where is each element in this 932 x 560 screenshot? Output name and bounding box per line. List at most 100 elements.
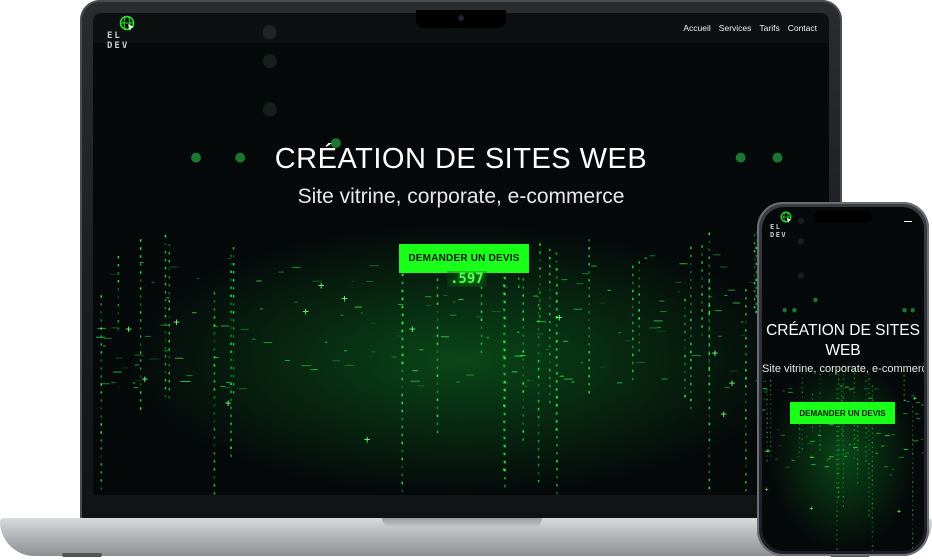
matrix-dot [753,273,756,277]
matrix-dot [868,453,870,456]
matrix-dot [555,260,558,263]
matrix-dash [501,382,508,384]
nav-services[interactable]: Services [719,23,752,33]
matrix-dot [230,438,232,442]
camera-icon [458,15,464,21]
matrix-dot [840,399,842,401]
matrix-dot [708,232,711,236]
matrix-dot [213,300,216,303]
matrix-dot [230,414,232,418]
matrix-dot [631,273,634,277]
matrix-dot [164,386,167,390]
matrix-dash [729,370,738,372]
matrix-dot [745,409,747,412]
matrix-dash [853,446,858,448]
matrix-dash [776,429,780,431]
matrix-dot [401,289,404,293]
matrix-dash [366,280,374,282]
matrix-dot [836,501,838,503]
matrix-dash [516,331,520,333]
matrix-dot [168,291,171,295]
matrix-dot [841,428,843,430]
matrix-dot [537,399,540,403]
matrix-dot [548,296,551,300]
matrix-dot [230,350,232,354]
matrix-dot [504,284,506,288]
matrix-dot [537,479,540,483]
matrix-plus: + [409,323,416,336]
matrix-dash [775,458,778,460]
matrix-dot [230,310,232,314]
matrix-dot [912,471,914,474]
matrix-dot [164,346,167,350]
matrix-dot [770,417,772,419]
matrix-dot [853,448,855,450]
matrix-dot [871,488,873,491]
matrix-dot [871,441,873,444]
matrix-dot [690,342,692,346]
matrix-dot [164,370,167,374]
matrix-dot [836,496,838,498]
matrix-dot [100,455,103,458]
quote-request-button[interactable]: DEMANDER UN DEVIS [399,244,529,273]
mobile-quote-request-button[interactable]: DEMANDER UN DEVIS [790,402,895,424]
matrix-dot [164,354,167,358]
matrix-dot [504,452,506,456]
matrix-dash [724,294,728,296]
matrix-dot [708,240,711,244]
matrix-dot [631,361,634,365]
matrix-dot [556,347,558,351]
matrix-dot [139,327,142,330]
matrix-dot [842,392,844,395]
matrix-dot [853,438,855,441]
matrix-dot [708,336,711,340]
laptop-screen: + + + + + + + + + + + + + + EL DEV Accueil Services T… [93,13,829,495]
matrix-dot [548,328,551,332]
nav-accueil[interactable]: Accueil [683,23,710,33]
matrix-dot [556,403,558,407]
mobile-logo[interactable]: EL DEV [768,211,804,239]
nav-contact[interactable]: Contact [788,23,817,33]
matrix-dot [436,294,439,298]
matrix-dash [824,466,830,468]
matrix-dot [232,255,235,258]
matrix-dash [661,378,668,380]
menu-icon[interactable] [904,221,912,222]
site-logo[interactable]: EL DEV [105,15,149,51]
matrix-dot [812,393,814,395]
matrix-dot [631,313,634,317]
matrix-plus: + [913,394,917,402]
matrix-dot [230,390,232,394]
matrix-dot [708,478,711,482]
matrix-dot [745,297,747,300]
matrix-dot [857,435,859,437]
matrix-dot [871,390,873,392]
matrix-dot [853,396,855,398]
matrix-dash [920,438,924,440]
matrix-dot [701,317,703,320]
matrix-dot [548,280,551,284]
matrix-dash [196,277,200,279]
matrix-dash [844,386,849,388]
matrix-dot [708,248,711,252]
matrix-dot [588,342,590,346]
matrix-dot [539,267,541,270]
matrix-dot [436,422,439,426]
dynamic-island [814,211,872,223]
bokeh-dot [902,307,907,313]
matrix-dot [753,305,756,309]
matrix-dot [537,439,540,443]
matrix-dot [871,451,873,453]
matrix-dot [401,409,404,413]
matrix-dash [591,265,597,267]
matrix-dot [100,351,103,354]
matrix-dash [616,382,623,384]
nav-tarifs[interactable]: Tarifs [759,23,779,33]
matrix-dot [770,389,772,391]
matrix-dash [840,385,843,387]
matrix-dash [559,375,565,377]
matrix-dot [753,249,756,253]
matrix-dot [436,334,439,338]
matrix-dash [719,266,728,268]
matrix-dot [401,297,404,301]
